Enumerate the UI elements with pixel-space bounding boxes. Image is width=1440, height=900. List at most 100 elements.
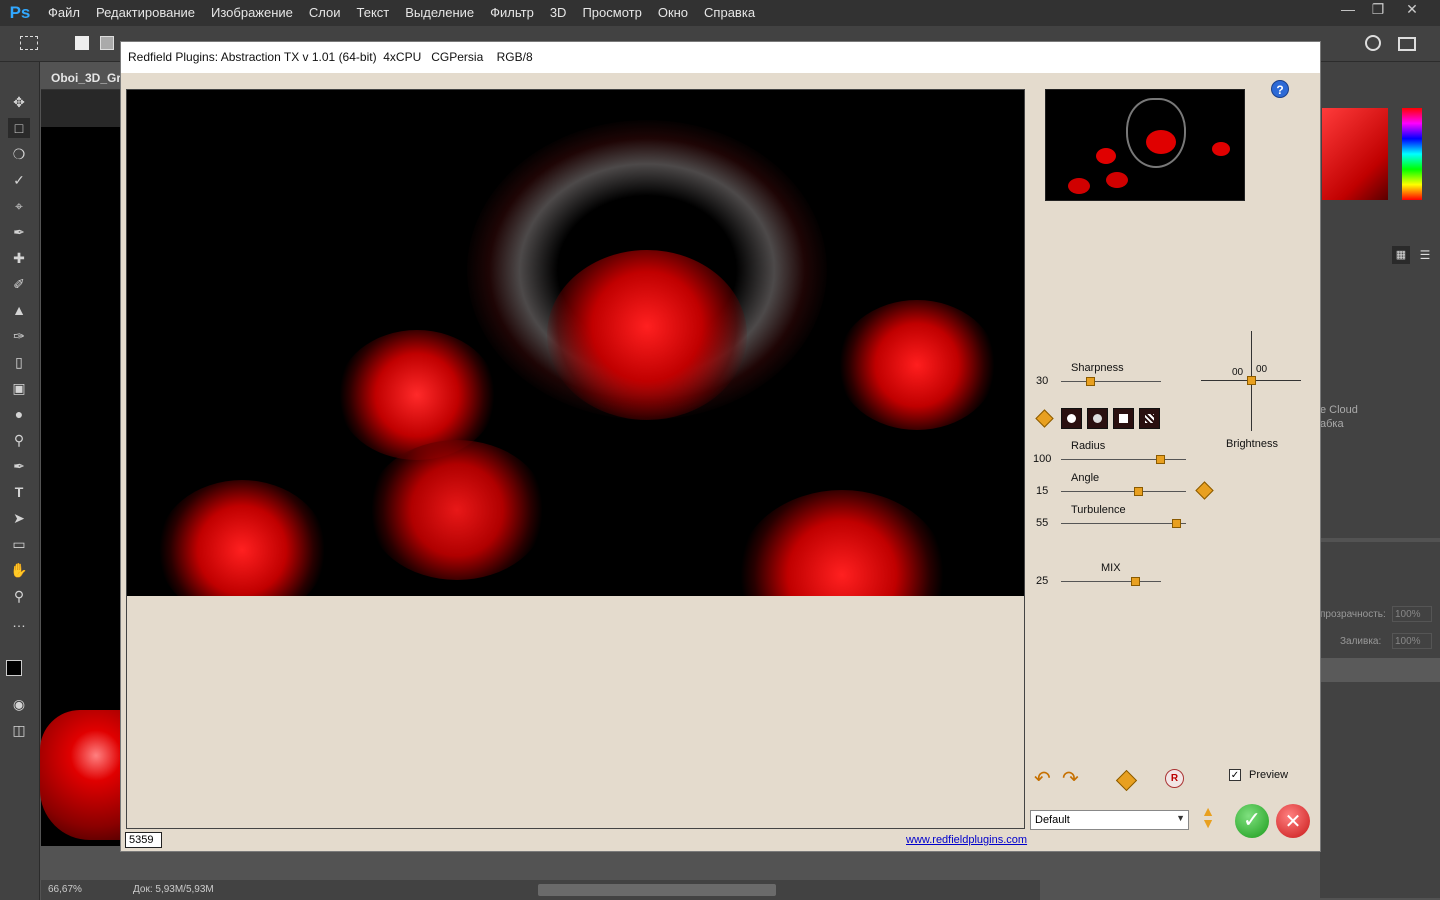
healing-brush-tool-icon[interactable]: ✚ <box>8 248 30 268</box>
redo-arrow-icon[interactable]: ↷ <box>1062 769 1079 789</box>
shape-circle-button[interactable] <box>1061 408 1082 429</box>
radius-track[interactable] <box>1061 459 1186 460</box>
thumb-heart <box>1106 172 1128 188</box>
document-size: Док: 5,93M/5,93M <box>133 884 214 895</box>
menu-file[interactable]: Файл <box>40 0 88 26</box>
move-tool-icon[interactable]: ✥ <box>8 92 30 112</box>
brush-tool-icon[interactable]: ✐ <box>8 274 30 294</box>
shape-square-button[interactable] <box>1113 408 1134 429</box>
restore-icon[interactable]: ❐ <box>1362 0 1394 20</box>
eraser-tool-icon[interactable]: ▯ <box>8 352 30 372</box>
grid-view-icon[interactable]: ▦ <box>1392 246 1410 264</box>
center-heart-blob <box>547 250 747 420</box>
menu-edit[interactable]: Редактирование <box>88 0 203 26</box>
mix-slider-thumb[interactable] <box>1131 577 1140 586</box>
quick-mask-icon[interactable]: ◉ <box>8 694 30 714</box>
abstraction-dialog: Redfield Plugins: Abstraction TX v 1.01 … <box>120 41 1321 852</box>
mix-track[interactable] <box>1061 581 1161 582</box>
search-icon[interactable] <box>1365 35 1381 51</box>
brightness-handle[interactable] <box>1247 376 1256 385</box>
history-brush-tool-icon[interactable]: ✑ <box>8 326 30 346</box>
color-field[interactable] <box>1322 108 1388 200</box>
sharpness-track[interactable] <box>1061 381 1161 382</box>
website-link[interactable]: www.redfieldplugins.com <box>906 834 1027 846</box>
mix-label: MIX <box>1101 562 1121 574</box>
rectangle-tool-icon[interactable]: ▭ <box>8 534 30 554</box>
screen-mode-icon[interactable]: ◫ <box>8 720 30 740</box>
type-tool-icon[interactable]: T <box>8 482 30 502</box>
random-seed-field[interactable]: 5359 <box>125 832 162 848</box>
zoom-level[interactable]: 66,67% <box>48 884 82 895</box>
turbulence-slider-thumb[interactable] <box>1172 519 1182 528</box>
menu-help[interactable]: Справка <box>696 0 763 26</box>
preview-checkbox[interactable]: ✓ <box>1229 769 1241 781</box>
dialog-title: Redfield Plugins: Abstraction TX v 1.01 … <box>121 42 1320 73</box>
more-tools-icon[interactable]: … <box>8 612 30 632</box>
lasso-tool-icon[interactable]: ❍ <box>8 144 30 164</box>
menu-select[interactable]: Выделение <box>397 0 482 26</box>
undo-arrow-icon[interactable]: ↶ <box>1034 769 1051 789</box>
crop-tool-icon[interactable]: ⌖ <box>8 196 30 216</box>
hue-slider[interactable] <box>1402 108 1422 200</box>
thumb-heart <box>1212 142 1230 156</box>
ok-button[interactable]: ✓ <box>1235 804 1269 838</box>
circle-icon <box>1067 414 1076 423</box>
quick-select-tool-icon[interactable]: ✓ <box>8 170 30 190</box>
opacity-field[interactable]: 100% <box>1392 606 1432 622</box>
menu-image[interactable]: Изображение <box>203 0 301 26</box>
close-icon[interactable]: ✕ <box>1396 0 1428 20</box>
bottom-right-heart-blob <box>737 490 947 596</box>
libraries-panel: ▦ ☰ e Cloud абка <box>1320 238 1440 538</box>
reset-button[interactable]: R <box>1165 769 1184 788</box>
dodge-tool-icon[interactable]: ⚲ <box>8 430 30 450</box>
list-view-icon[interactable]: ☰ <box>1416 246 1434 264</box>
fill-field[interactable]: 100% <box>1392 633 1432 649</box>
gradient-tool-icon[interactable]: ▣ <box>8 378 30 398</box>
preview-image[interactable] <box>127 90 1024 596</box>
menu-3d[interactable]: 3D <box>542 0 575 26</box>
layer-row[interactable] <box>1320 658 1440 682</box>
angle-random-icon[interactable] <box>1195 481 1214 500</box>
shape-random-icon[interactable] <box>1035 409 1054 428</box>
blur-tool-icon[interactable]: ● <box>8 404 30 424</box>
shape-soft-circle-button[interactable] <box>1087 408 1108 429</box>
cloud-sub-label: абка <box>1320 418 1344 430</box>
foreground-color-swatch[interactable] <box>6 660 22 676</box>
new-selection-icon[interactable] <box>75 36 89 50</box>
preset-save-load-icon[interactable]: ▲ ▼ <box>1197 804 1219 835</box>
help-icon[interactable]: ? <box>1271 80 1289 98</box>
radius-slider-thumb[interactable] <box>1156 455 1165 464</box>
marquee-tool-icon[interactable]: □ <box>8 118 30 138</box>
minimize-icon[interactable]: — <box>1332 0 1364 20</box>
stamp-tool-icon[interactable]: ▲ <box>8 300 30 320</box>
bottom-left-heart-blob <box>157 480 327 596</box>
sharpness-slider-thumb[interactable] <box>1086 377 1095 386</box>
eyedropper-tool-icon[interactable]: ✒ <box>8 222 30 242</box>
menu-filter[interactable]: Фильтр <box>482 0 542 26</box>
horizontal-scrollbar[interactable] <box>538 884 776 896</box>
marquee-tool-preset-icon[interactable] <box>20 36 38 50</box>
menu-layers[interactable]: Слои <box>301 0 349 26</box>
thumb-heart <box>1146 130 1176 154</box>
preset-select[interactable]: Default ▼ <box>1030 810 1189 830</box>
workspace-icon[interactable] <box>1398 37 1416 51</box>
angle-slider-thumb[interactable] <box>1133 487 1143 496</box>
document-tab[interactable]: Oboi_3D_Gra <box>41 62 120 90</box>
shape-pattern-button[interactable] <box>1139 408 1160 429</box>
pen-tool-icon[interactable]: ✒ <box>8 456 30 476</box>
angle-track[interactable] <box>1061 491 1186 492</box>
path-select-tool-icon[interactable]: ➤ <box>8 508 30 528</box>
cancel-button[interactable]: ✕ <box>1276 804 1310 838</box>
hand-tool-icon[interactable]: ✋ <box>8 560 30 580</box>
angle-value: 15 <box>1036 485 1049 497</box>
turbulence-track[interactable] <box>1061 523 1186 524</box>
navigator-thumbnail[interactable] <box>1045 89 1245 201</box>
menu-view[interactable]: Просмотр <box>574 0 649 26</box>
menu-type[interactable]: Текст <box>349 0 398 26</box>
add-selection-icon[interactable] <box>100 36 114 50</box>
chevron-down-icon: ▼ <box>1176 813 1185 823</box>
thumb-heart <box>1068 178 1090 194</box>
menu-window[interactable]: Окно <box>650 0 696 26</box>
randomize-all-icon[interactable] <box>1115 769 1138 792</box>
zoom-tool-icon[interactable]: ⚲ <box>8 586 30 606</box>
